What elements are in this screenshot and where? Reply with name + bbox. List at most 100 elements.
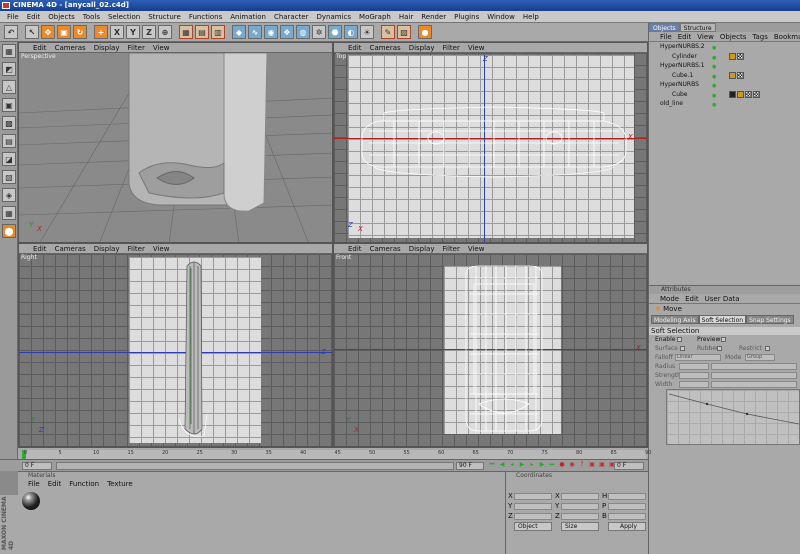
om-menu-objects[interactable]: Objects xyxy=(717,32,749,41)
menu-functions[interactable]: Functions xyxy=(185,11,226,22)
mat-menu-texture[interactable]: Texture xyxy=(103,480,137,489)
auto-key-icon[interactable]: ◉ xyxy=(568,461,576,469)
environment-icon[interactable]: ⬣ xyxy=(328,25,342,39)
phong-tag-icon[interactable] xyxy=(729,52,736,60)
object-row[interactable]: HyperNURBS.1 ● xyxy=(649,61,800,71)
strength-field[interactable] xyxy=(679,372,709,379)
previous-frame-icon[interactable]: ◂ xyxy=(508,461,516,469)
menu-objects[interactable]: Objects xyxy=(44,11,78,22)
width-slider[interactable] xyxy=(711,381,797,388)
rot-p-field[interactable] xyxy=(608,503,646,510)
frame-range-slider[interactable] xyxy=(56,462,454,470)
restrict-checkbox[interactable] xyxy=(765,346,770,351)
menu-help[interactable]: Help xyxy=(519,11,543,22)
tab-objects[interactable]: Objects xyxy=(649,23,680,32)
viewport-right[interactable]: Edit Cameras Display Filter View Right Z… xyxy=(18,243,333,447)
falloff-dropdown[interactable]: Linear xyxy=(675,354,721,361)
menu-tools[interactable]: Tools xyxy=(79,11,104,22)
om-menu-edit[interactable]: Edit xyxy=(675,32,695,41)
edges-mode-icon[interactable]: ▩ xyxy=(2,116,16,130)
rot-b-field[interactable] xyxy=(608,513,646,520)
size-mode-dropdown[interactable]: Size xyxy=(561,522,599,531)
add-object-icon[interactable]: + xyxy=(94,25,108,39)
render-view-icon[interactable]: ▦ xyxy=(179,25,193,39)
tab-structure[interactable]: Structure xyxy=(679,23,716,32)
visibility-dots-icon[interactable]: ● xyxy=(712,63,720,70)
cube-primitive-icon[interactable]: ◆ xyxy=(232,25,246,39)
next-key-icon[interactable]: ▶ xyxy=(538,461,546,469)
axis-z-lock-button[interactable]: Z xyxy=(142,25,156,39)
viewport-front[interactable]: Edit Cameras Display Filter View Front X… xyxy=(333,243,648,447)
tab-modeling-axis[interactable]: Modeling Axis xyxy=(651,315,699,324)
mode-dropdown[interactable]: Group xyxy=(745,354,775,361)
menu-window[interactable]: Window xyxy=(483,11,519,22)
workplane-icon[interactable]: ▦ xyxy=(2,206,16,220)
rotate-icon[interactable]: ↻ xyxy=(73,25,87,39)
model-mode-icon[interactable]: ◪ xyxy=(2,152,16,166)
menu-selection[interactable]: Selection xyxy=(104,11,144,22)
script-icon[interactable]: ✎ xyxy=(381,25,395,39)
menu-character[interactable]: Character xyxy=(270,11,313,22)
timeline[interactable]: 0 5 10 15 20 25 30 35 40 45 50 55 60 65 70 75 80 85 90 xyxy=(18,447,651,459)
object-row[interactable]: HyperNURBS ● xyxy=(649,80,800,90)
menu-hair[interactable]: Hair xyxy=(395,11,417,22)
tab-soft-selection[interactable]: Soft Selection xyxy=(698,315,747,324)
visibility-dots-icon[interactable]: ● xyxy=(712,73,720,80)
menu-plugins[interactable]: Plugins xyxy=(450,11,483,22)
key-selection-icon[interactable]: ? xyxy=(578,461,586,469)
go-to-end-icon[interactable]: ⏭ xyxy=(548,461,556,469)
om-menu-bookmarks[interactable]: Bookmarks xyxy=(771,32,800,41)
surface-checkbox[interactable] xyxy=(679,346,685,351)
preview-checkbox[interactable] xyxy=(721,337,726,342)
radius-slider[interactable] xyxy=(711,363,797,370)
nurbs-icon[interactable]: ◉ xyxy=(264,25,278,39)
go-to-start-icon[interactable]: ⏮ xyxy=(488,461,496,469)
axis-x-lock-button[interactable]: X xyxy=(110,25,124,39)
animation-mode-icon[interactable]: ▧ xyxy=(2,170,16,184)
size-z-field[interactable] xyxy=(561,513,599,520)
enable-checkbox[interactable] xyxy=(677,337,683,342)
scene-icon[interactable]: ✲ xyxy=(312,25,326,39)
texture-mode-icon[interactable]: ◩ xyxy=(2,62,16,76)
scale-key-icon[interactable]: ▣ xyxy=(598,461,606,469)
viewport-perspective[interactable]: Edit Cameras Display Filter View Perspec… xyxy=(18,42,333,243)
object-axis-icon[interactable]: △ xyxy=(2,80,16,94)
om-menu-view[interactable]: View xyxy=(694,32,717,41)
object-row[interactable]: HyperNURBS.2 ● xyxy=(649,42,800,52)
camera-icon[interactable]: ◐ xyxy=(344,25,358,39)
array-icon[interactable]: ❖ xyxy=(280,25,294,39)
soft-selection-icon[interactable]: ⬤ xyxy=(2,224,16,238)
phong-tag-icon[interactable] xyxy=(737,90,744,98)
apply-button[interactable]: Apply xyxy=(608,522,646,531)
record-keys-icon[interactable]: ● xyxy=(558,461,566,469)
size-y-field[interactable] xyxy=(561,503,599,510)
rot-h-field[interactable] xyxy=(608,493,646,500)
object-row[interactable]: Cylinder ● xyxy=(649,52,800,62)
attr-menu-edit[interactable]: Edit xyxy=(682,294,702,303)
undo-icon[interactable]: ↶ xyxy=(4,25,18,39)
attr-menu-mode[interactable]: Mode xyxy=(657,294,682,303)
visibility-dots-icon[interactable]: ● xyxy=(712,101,720,108)
points-mode-icon[interactable]: ▣ xyxy=(2,98,16,112)
menu-mograph[interactable]: MoGraph xyxy=(355,11,395,22)
menu-edit[interactable]: Edit xyxy=(23,11,45,22)
axis-y-lock-button[interactable]: Y xyxy=(126,25,140,39)
scale-icon[interactable]: ▣ xyxy=(57,25,71,39)
attr-menu-user-data[interactable]: User Data xyxy=(702,294,743,303)
end-frame-field[interactable]: 90 F xyxy=(456,462,484,470)
viewport-top[interactable]: Edit Cameras Display Filter View Top Z X… xyxy=(333,42,648,243)
next-frame-icon[interactable]: ▸ xyxy=(528,461,536,469)
tab-snap-settings[interactable]: Snap Settings xyxy=(746,315,794,324)
previous-key-icon[interactable]: ◀ xyxy=(498,461,506,469)
live-select-icon[interactable]: ↖ xyxy=(25,25,39,39)
radius-field[interactable] xyxy=(679,363,709,370)
move-icon[interactable]: ✥ xyxy=(41,25,55,39)
make-editable-icon[interactable]: ▦ xyxy=(2,44,16,58)
right-frame-field[interactable]: 0 F xyxy=(614,462,644,470)
texture-tag-icon[interactable] xyxy=(737,52,744,60)
texture-tag-icon[interactable] xyxy=(737,71,744,79)
rubber-checkbox[interactable] xyxy=(717,346,722,351)
layout-icon[interactable]: ▨ xyxy=(397,25,411,39)
visibility-dots-icon[interactable]: ● xyxy=(712,82,720,89)
menu-structure[interactable]: Structure xyxy=(144,11,185,22)
